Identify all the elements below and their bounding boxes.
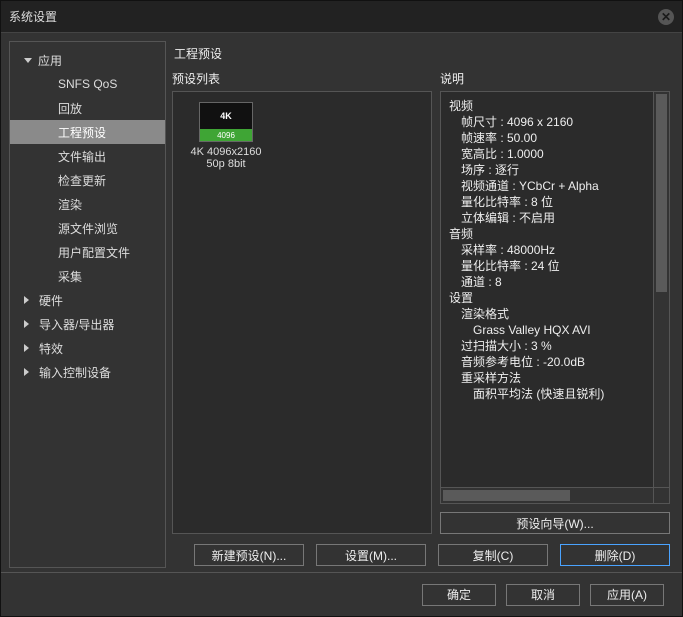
settings-button[interactable]: 设置(M)... [316, 544, 426, 566]
tree-group[interactable]: 应用 [10, 48, 165, 72]
section-title: 工程预设 [172, 41, 670, 68]
panels: 预设列表 4K 4096 4K 4096x2160 50p 8bit [172, 68, 670, 534]
description-line: 量化比特率 : 8 位 [449, 194, 649, 210]
description-box: 视频帧尺寸 : 4096 x 2160帧速率 : 50.00宽高比 : 1.00… [440, 91, 670, 504]
description-line: 通道 : 8 [449, 274, 649, 290]
description-line: 量化比特率 : 24 位 [449, 258, 649, 274]
preset-list-label: 预设列表 [172, 70, 432, 87]
description-line: 面积平均法 (快速且锐利) [449, 386, 649, 402]
description-line: 过扫描大小 : 3 % [449, 338, 649, 354]
scroll-corner [653, 487, 669, 503]
tree-item[interactable]: 源文件浏览 [10, 216, 165, 240]
tree-item[interactable]: 检查更新 [10, 168, 165, 192]
tree-item-label: 硬件 [39, 292, 63, 309]
close-icon[interactable]: ✕ [658, 9, 674, 25]
tree-item[interactable]: SNFS QoS [10, 72, 165, 96]
copy-button[interactable]: 复制(C) [438, 544, 548, 566]
cancel-button[interactable]: 取消 [506, 584, 580, 606]
description-panel: 说明 视频帧尺寸 : 4096 x 2160帧速率 : 50.00宽高比 : 1… [440, 68, 670, 534]
main-panel: 工程预设 预设列表 4K 4096 4K 4096x2160 50p 8bit [166, 37, 678, 572]
description-label: 说明 [440, 70, 670, 87]
caret-right-icon [24, 320, 33, 328]
preset-wizard-button[interactable]: 预设向导(W)... [440, 512, 670, 534]
horizontal-scroll-thumb[interactable] [443, 490, 570, 501]
tree-item-label: 源文件浏览 [58, 220, 118, 237]
description-line: 帧尺寸 : 4096 x 2160 [449, 114, 649, 130]
tree-item-label: 回放 [58, 100, 82, 117]
tree-item-label: 用户配置文件 [58, 244, 130, 261]
tree-item[interactable]: 用户配置文件 [10, 240, 165, 264]
description-line: 音频 [449, 226, 649, 242]
description-line: 视频通道 : YCbCr + Alpha [449, 178, 649, 194]
apply-button[interactable]: 应用(A) [590, 584, 664, 606]
preset-thumbnail: 4K 4096 [199, 102, 253, 142]
tree-item-label: 文件输出 [58, 148, 106, 165]
description-line: 场序 : 逐行 [449, 162, 649, 178]
preset-name-line1: 4K 4096x2160 [183, 146, 269, 158]
delete-button[interactable]: 删除(D) [560, 544, 670, 566]
description-line: 宽高比 : 1.0000 [449, 146, 649, 162]
tree-item-label: 工程预设 [58, 124, 106, 141]
tree-group[interactable]: 输入控制设备 [10, 360, 165, 384]
preset-name-line2: 50p 8bit [183, 158, 269, 170]
preset-item[interactable]: 4K 4096 4K 4096x2160 50p 8bit [183, 102, 269, 170]
tree-item-label: 检查更新 [58, 172, 106, 189]
tree-item-label: SNFS QoS [58, 77, 117, 91]
tree-group[interactable]: 特效 [10, 336, 165, 360]
wizard-row: 预设向导(W)... [440, 512, 670, 534]
description-text: 视频帧尺寸 : 4096 x 2160帧速率 : 50.00宽高比 : 1.00… [441, 92, 653, 487]
description-line: 立体编辑 : 不启用 [449, 210, 649, 226]
description-line: 帧速率 : 50.00 [449, 130, 649, 146]
caret-right-icon [24, 344, 33, 352]
description-line: Grass Valley HQX AVI [449, 322, 649, 338]
preset-action-buttons: 新建预设(N)... 设置(M)... 复制(C) 删除(D) [172, 544, 670, 566]
sidebar: 应用 SNFS QoS 回放工程预设文件输出检查更新渲染源文件浏览用户配置文件采集硬… [9, 41, 166, 568]
vertical-scroll-thumb[interactable] [656, 94, 667, 292]
system-settings-window: 系统设置 ✕ 应用SNFS QoS回放工程预设文件输出检查更新渲染源文件浏览用户… [0, 0, 683, 617]
window-title: 系统设置 [9, 8, 57, 25]
preset-list[interactable]: 4K 4096 4K 4096x2160 50p 8bit [172, 91, 432, 534]
vertical-scrollbar[interactable] [653, 92, 669, 487]
caret-right-icon [24, 296, 33, 304]
tree-item-label: 导入器/导出器 [39, 316, 114, 333]
tree-item-label: 采集 [58, 268, 82, 285]
caret-down-icon [24, 58, 32, 63]
tree-item[interactable]: 工程预设 [10, 120, 165, 144]
tree-group[interactable]: 导入器/导出器 [10, 312, 165, 336]
tree-item-label: 特效 [39, 340, 63, 357]
preset-badge-top: 4K [200, 103, 252, 129]
description-line: 采样率 : 48000Hz [449, 242, 649, 258]
preset-list-panel: 预设列表 4K 4096 4K 4096x2160 50p 8bit [172, 68, 432, 534]
tree-item[interactable]: 渲染 [10, 192, 165, 216]
description-line: 重采样方法 [449, 370, 649, 386]
description-line: 音频参考电位 : -20.0dB [449, 354, 649, 370]
dialog-footer: 确定 取消 应用(A) [1, 572, 682, 616]
tree-item[interactable]: 回放 [10, 96, 165, 120]
title-bar: 系统设置 ✕ [1, 1, 682, 33]
tree-item-label: 输入控制设备 [39, 364, 111, 381]
tree-item[interactable]: 采集 [10, 264, 165, 288]
description-line: 渲染格式 [449, 306, 649, 322]
tree-item-label: 应用 [38, 52, 62, 69]
window-body: 应用SNFS QoS回放工程预设文件输出检查更新渲染源文件浏览用户配置文件采集硬… [1, 33, 682, 572]
tree-item[interactable]: 文件输出 [10, 144, 165, 168]
ok-button[interactable]: 确定 [422, 584, 496, 606]
preset-badge-bottom: 4096 [200, 129, 252, 141]
description-line: 设置 [449, 290, 649, 306]
description-line: 视频 [449, 98, 649, 114]
horizontal-scrollbar[interactable] [441, 487, 653, 503]
caret-right-icon [24, 368, 33, 376]
new-preset-button[interactable]: 新建预设(N)... [194, 544, 304, 566]
tree-item-label: 渲染 [58, 196, 82, 213]
tree-group[interactable]: 硬件 [10, 288, 165, 312]
